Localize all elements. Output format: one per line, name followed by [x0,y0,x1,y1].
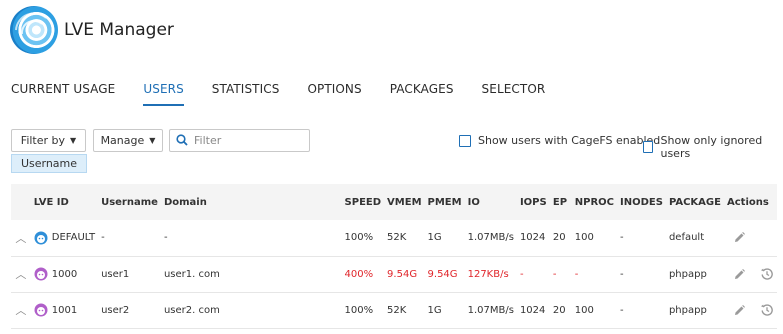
search-box [169,129,310,152]
cagefs-checkbox[interactable]: Show users with CageFS enabled [459,134,660,147]
actions-cell [724,292,777,328]
column-header-ep[interactable]: EP [550,184,572,220]
tab-users[interactable]: USERS [143,82,184,106]
column-header-domain[interactable]: Domain [161,184,342,220]
actions-cell [724,256,777,292]
history-icon[interactable] [760,303,774,317]
filter-by-button[interactable]: Filter by ▼ [11,129,86,152]
user-avatar-icon [34,303,48,317]
io-cell: 1.07MB/s [467,232,514,244]
lve-id-value: DEFAULT [51,232,96,244]
chevron-up-icon[interactable]: ︿ [11,256,31,292]
user-avatar-icon [34,267,48,281]
column-header-actions: Actions [727,196,769,208]
speed-cell: 100% [344,304,374,316]
column-header-iops[interactable]: IOPS [517,184,550,220]
tab-statistics[interactable]: STATISTICS [212,82,280,106]
speed-cell: 100% [344,232,374,244]
edit-icon[interactable] [733,304,746,317]
chevron-up-icon[interactable]: ︿ [11,220,31,256]
nproc-cell: 100 [574,232,594,244]
tab-options[interactable]: OPTIONS [307,82,361,106]
default-avatar-icon [34,231,48,245]
filter-chip-username[interactable]: Username [11,154,87,173]
speed-cell: 400% [344,268,374,280]
search-icon [176,131,188,150]
lve-id-value: 1001 [51,304,78,316]
expand-column-header [11,184,31,220]
username-cell: user2 [101,304,130,316]
inodes-cell: - [620,232,624,244]
edit-icon[interactable] [733,268,746,281]
inodes-cell: - [620,268,624,280]
app-header: LVE Manager [10,6,174,54]
column-header-pmem[interactable]: PMEM [425,184,465,220]
checkbox-icon[interactable] [643,141,654,153]
users-table: LVE ID Username Domain SPEED VMEM PMEM I… [11,184,777,329]
column-header-inodes[interactable]: INODES [617,184,666,220]
column-header-io[interactable]: IO [465,184,517,220]
chevron-up-icon[interactable]: ︿ [11,292,31,328]
tab-bar: CURRENT USAGE USERS STATISTICS OPTIONS P… [11,82,573,106]
nproc-cell: 100 [574,304,594,316]
pmem-cell: 1G [427,304,442,316]
domain-cell: - [163,232,168,244]
filter-by-label: Filter by [20,134,66,147]
vmem-cell: 52K [387,232,407,244]
ep-cell: - [552,268,557,280]
table-row: ︿ 1000 user1 user1. com 400% 9.54G 9.54G… [11,256,777,292]
pmem-cell: 9.54G [427,268,458,280]
package-cell: phpapp [668,268,707,280]
io-cell: 127KB/s [467,268,509,280]
column-header-lve-id[interactable]: LVE ID [31,184,98,220]
column-header-nproc[interactable]: NPROC [572,184,617,220]
inodes-cell: - [620,304,624,316]
iops-cell: 1024 [519,304,546,316]
lve-id-cell: 1000 [31,256,98,292]
tab-packages[interactable]: PACKAGES [390,82,454,106]
package-cell: default [668,232,705,244]
history-icon[interactable] [760,267,774,281]
app-title: LVE Manager [64,20,174,40]
manage-button[interactable]: Manage ▼ [93,129,163,152]
cagefs-checkbox-label: Show users with CageFS enabled [478,134,661,147]
ep-cell: 20 [552,304,566,316]
lve-id-cell: 1001 [31,292,98,328]
table-row: ︿ DEFAULT - - 100% 52K 1G 1.07MB/s 1024 … [11,220,777,256]
ep-cell: 20 [552,232,566,244]
table-row: ︿ 1001 user2 user2. com 100% 52K 1G 1.07… [11,292,777,328]
nproc-cell: - [574,268,579,280]
ignored-checkbox-label: Show only ignored users [660,134,763,160]
username-cell: - [101,232,105,244]
vmem-cell: 52K [387,304,407,316]
username-cell: user1 [101,268,130,280]
ignored-users-checkbox[interactable]: Show only ignored users [643,134,775,160]
package-cell: phpapp [668,304,707,316]
manage-label: Manage [100,134,145,147]
iops-cell: 1024 [519,232,546,244]
lve-id-value: 1000 [51,268,78,280]
checkbox-icon[interactable] [459,134,471,147]
column-header-package[interactable]: PACKAGE [666,184,724,220]
toolbar: Filter by ▼ Manage ▼ Show users with Cag… [11,129,775,160]
tab-selector[interactable]: SELECTOR [482,82,546,106]
column-header-vmem[interactable]: VMEM [384,184,424,220]
tab-current-usage[interactable]: CURRENT USAGE [11,82,115,106]
domain-cell: user1. com [163,268,220,280]
column-header-speed[interactable]: SPEED [342,184,385,220]
actions-cell [724,220,777,256]
app-logo-icon [10,6,58,54]
domain-cell: user2. com [163,304,220,316]
search-input[interactable] [194,134,304,147]
vmem-cell: 9.54G [387,268,418,280]
edit-icon[interactable] [733,231,746,244]
caret-down-icon: ▼ [149,136,156,145]
column-header-username[interactable]: Username [98,184,161,220]
lve-id-cell: DEFAULT [31,220,98,256]
io-cell: 1.07MB/s [467,304,514,316]
iops-cell: - [519,268,524,280]
table-header-row: LVE ID Username Domain SPEED VMEM PMEM I… [11,184,777,220]
pmem-cell: 1G [427,232,442,244]
caret-down-icon: ▼ [70,136,77,145]
